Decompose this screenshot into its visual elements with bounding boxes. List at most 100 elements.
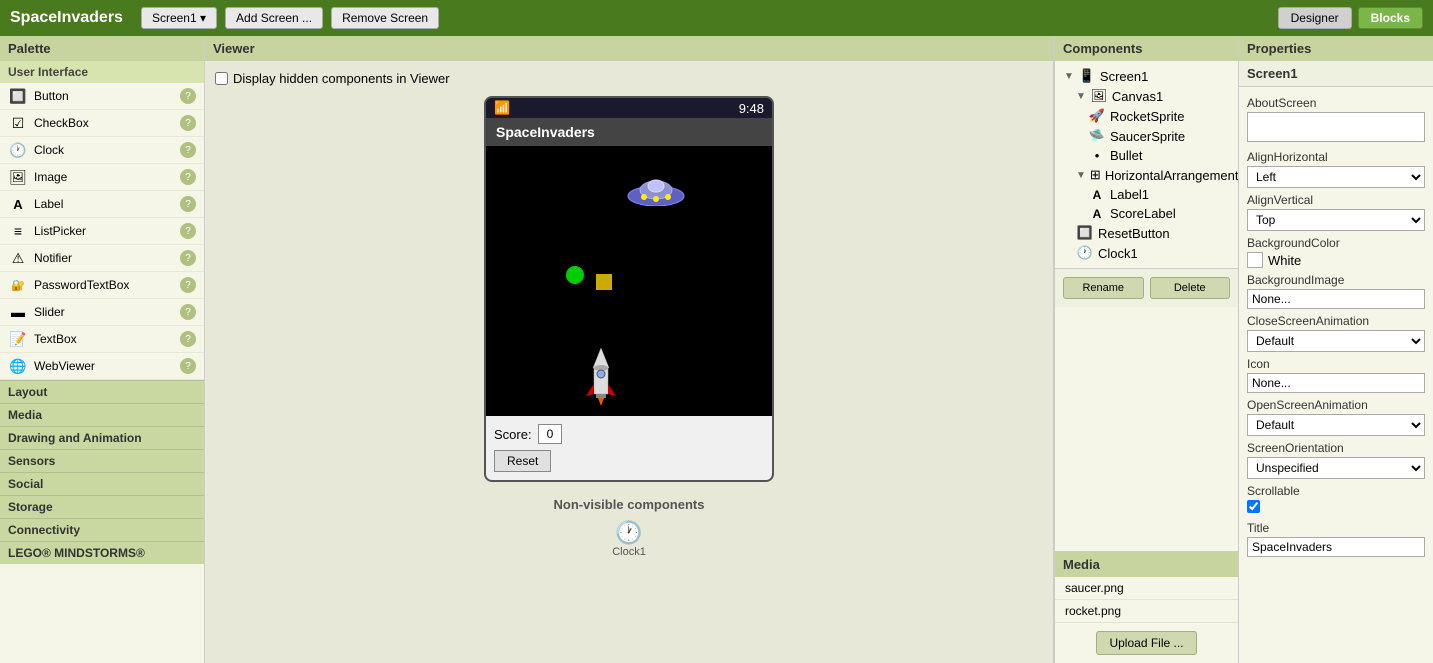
clock1-label: Clock1 [1098,246,1138,261]
palette-section-sensors[interactable]: Sensors [0,449,204,472]
comp-horizontal-arrangement[interactable]: ▼ ⊞ HorizontalArrangement1 [1072,165,1233,185]
title-input[interactable] [1247,537,1425,557]
upload-file-button[interactable]: Upload File ... [1096,631,1196,655]
palette-section-connectivity[interactable]: Connectivity [0,518,204,541]
textbox-info-icon[interactable]: ? [180,331,196,347]
palette-item-webviewer[interactable]: 🌐 WebViewer ? [0,353,204,380]
scorelabel-icon: A [1088,207,1106,221]
scrollable-label: Scrollable [1247,484,1425,498]
checkbox-icon: ☑ [8,113,28,133]
palette-item-passwordtextbox[interactable]: 🔐 PasswordTextBox ? [0,272,204,299]
backgroundcolor-value: White [1268,253,1301,268]
checkbox-info-icon[interactable]: ? [180,115,196,131]
comp-saucersprite[interactable]: 🛸 SaucerSprite [1084,126,1233,146]
label1-icon: A [1088,188,1106,202]
comp-canvas1[interactable]: ▼ 🖼 Canvas1 [1072,86,1233,106]
saucersprite-icon: 🛸 [1088,128,1106,144]
palette-section-social[interactable]: Social [0,472,204,495]
rocket-svg [581,346,621,406]
designer-button[interactable]: Designer [1278,7,1352,29]
icon-label: Icon [1247,357,1425,371]
delete-button[interactable]: Delete [1150,277,1231,299]
backgroundimage-label: BackgroundImage [1247,273,1425,287]
media-header: Media [1055,552,1238,577]
screen1-icon: 📱 [1078,68,1096,84]
palette-item-listpicker[interactable]: ≡ ListPicker ? [0,218,204,245]
aboutscreen-input[interactable] [1247,112,1425,142]
webviewer-info-icon[interactable]: ? [180,358,196,374]
palette-section-ui: User Interface [0,61,204,83]
components-header: Components [1055,36,1238,61]
backgroundimage-input[interactable] [1247,289,1425,309]
phone-frame: 📶 9:48 SpaceInvaders [484,96,774,482]
media-item-saucer[interactable]: saucer.png [1055,577,1238,600]
textbox-icon: 📝 [8,329,28,349]
slider-info-icon[interactable]: ? [180,304,196,320]
remove-screen-button[interactable]: Remove Screen [331,7,439,29]
image-icon: 🖼 [8,167,28,187]
button-info-icon[interactable]: ? [180,88,196,104]
icon-input[interactable] [1247,373,1425,393]
label1-label: Label1 [1110,187,1149,202]
label-info-icon[interactable]: ? [180,196,196,212]
palette-item-listpicker-label: ListPicker [34,224,174,238]
palette-item-notifier[interactable]: ⚠ Notifier ? [0,245,204,272]
score-label: Score: [494,427,532,442]
properties-header: Properties [1239,36,1433,61]
passwordtextbox-icon: 🔐 [8,275,28,295]
backgroundcolor-label: BackgroundColor [1247,236,1425,250]
properties-screen-label: Screen1 [1239,61,1433,87]
alignhorizontal-select[interactable]: Left Center Right [1247,166,1425,188]
screen1-button[interactable]: Screen1 ▾ [141,7,217,29]
palette-item-checkbox[interactable]: ☑ CheckBox ? [0,110,204,137]
palette-item-textbox[interactable]: 📝 TextBox ? [0,326,204,353]
palette-section-layout[interactable]: Layout [0,380,204,403]
non-visible-section: Non-visible components 🕐 Clock1 [215,497,1043,558]
image-info-icon[interactable]: ? [180,169,196,185]
palette-section-drawing[interactable]: Drawing and Animation [0,426,204,449]
openscreenanimation-select[interactable]: Default Fade Zoom [1247,414,1425,436]
palette-item-slider[interactable]: ▬ Slider ? [0,299,204,326]
display-hidden-checkbox[interactable] [215,72,228,85]
palette-section-media[interactable]: Media [0,403,204,426]
backgroundcolor-swatch[interactable] [1247,252,1263,268]
reset-button[interactable]: Reset [494,450,551,472]
passwordtextbox-info-icon[interactable]: ? [180,277,196,293]
viewer-panel: Viewer Display hidden components in View… [205,36,1053,663]
add-screen-button[interactable]: Add Screen ... [225,7,323,29]
media-item-rocket[interactable]: rocket.png [1055,600,1238,623]
clock1-label-nv: Clock1 [215,546,1043,558]
clock-icon: 🕐 [8,140,28,160]
alignvertical-select[interactable]: Top Center Bottom [1247,209,1425,231]
clock-info-icon[interactable]: ? [180,142,196,158]
horizontalarrangement-label: HorizontalArrangement1 [1105,168,1239,183]
palette-section-storage[interactable]: Storage [0,495,204,518]
screenorientation-select[interactable]: Unspecified Portrait Landscape [1247,457,1425,479]
palette-item-label[interactable]: A Label ? [0,191,204,218]
palette-item-image[interactable]: 🖼 Image ? [0,164,204,191]
comp-rocketsprite[interactable]: 🚀 RocketSprite [1084,106,1233,126]
palette-header: Palette [0,36,204,61]
palette-item-button[interactable]: 🔲 Button ? [0,83,204,110]
comp-screen1[interactable]: ▼ 📱 Screen1 [1060,66,1233,86]
canvas1-collapse-icon: ▼ [1076,91,1086,102]
bullet-label: Bullet [1110,148,1143,163]
comp-bullet[interactable]: • Bullet [1084,146,1233,165]
notifier-info-icon[interactable]: ? [180,250,196,266]
rename-button[interactable]: Rename [1063,277,1144,299]
palette-item-clock[interactable]: 🕐 Clock ? [0,137,204,164]
closescreenanimation-select[interactable]: Default Fade Zoom [1247,330,1425,352]
palette-item-image-label: Image [34,170,174,184]
comp-resetbutton[interactable]: 🔲 ResetButton [1072,223,1233,243]
comp-clock1[interactable]: 🕐 Clock1 [1072,243,1233,263]
comp-scorelabel[interactable]: A ScoreLabel [1084,204,1233,223]
comp-label1[interactable]: A Label1 [1084,185,1233,204]
blocks-button[interactable]: Blocks [1358,7,1423,29]
clock1-icon: 🕐 [1076,245,1094,261]
rocket-sprite [581,346,621,406]
scrollable-checkbox[interactable] [1247,500,1260,513]
display-hidden-label: Display hidden components in Viewer [233,71,450,86]
palette-section-lego[interactable]: LEGO® MINDSTORMS® [0,541,204,564]
listpicker-info-icon[interactable]: ? [180,223,196,239]
listpicker-icon: ≡ [8,221,28,241]
